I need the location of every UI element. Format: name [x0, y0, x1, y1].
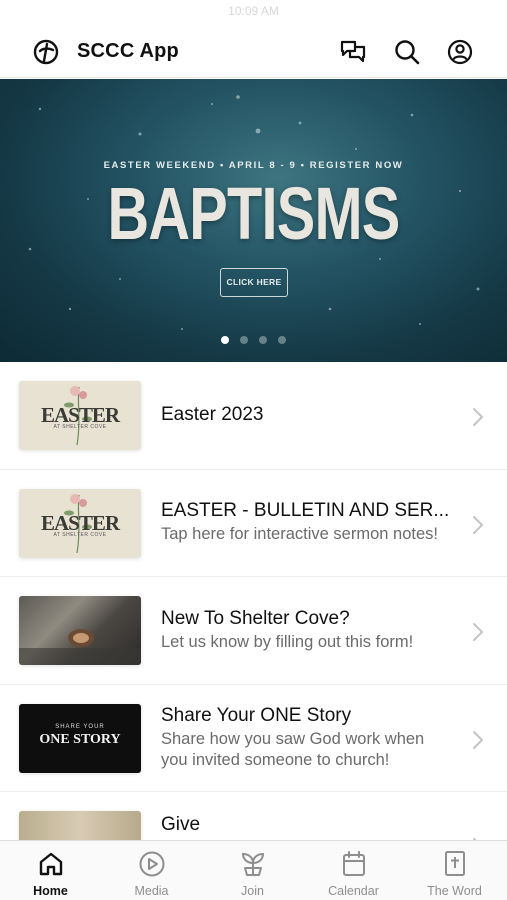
one-story-thumbnail: SHARE YOUR ONE STORY	[19, 703, 141, 773]
carousel-pagination	[0, 336, 507, 344]
hero-subtitle: EASTER WEEKEND • APRIL 8 - 9 • REGISTER …	[103, 160, 404, 171]
tab-calendar[interactable]: Calendar	[303, 841, 404, 900]
tab-the-word[interactable]: The Word	[404, 841, 505, 900]
tab-media[interactable]: Media	[101, 841, 202, 900]
search-button[interactable]	[392, 37, 422, 67]
chevron-right-icon	[473, 623, 483, 641]
thumb-caption: AT SHELTER COVE	[53, 531, 107, 538]
status-time: 10:09 AM	[228, 4, 279, 18]
bottom-tab-bar: Home Media Join Calendar The Word	[0, 840, 507, 900]
tab-label: Media	[134, 884, 169, 898]
carousel-dot-2[interactable]	[240, 336, 248, 344]
list-item-title: New To Shelter Cove?	[161, 607, 350, 629]
list-item-text: EASTER - BULLETIN AND SER... Tap here fo…	[161, 470, 452, 577]
chevron-right-icon	[473, 408, 483, 426]
easter-thumbnail: EASTER AT SHELTER COVE	[19, 488, 141, 558]
bible-icon	[441, 850, 469, 878]
list-item-title: Easter 2023	[161, 404, 264, 426]
carousel-dot-4[interactable]	[278, 336, 286, 344]
list-item-subtitle: Tap here for interactive sermon notes!	[161, 525, 438, 544]
chevron-right-icon	[473, 515, 483, 534]
list-item-easter-2023[interactable]: EASTER AT SHELTER COVE Easter 2023	[0, 362, 507, 470]
coffee-photo-thumbnail	[19, 596, 141, 665]
list-item-title: EASTER - BULLETIN AND SER...	[161, 500, 450, 522]
list-item-text: Easter 2023	[161, 362, 452, 469]
tab-label: The Word	[427, 884, 482, 898]
list-item-title: Share Your ONE Story	[161, 704, 352, 726]
church-logo-icon	[33, 39, 59, 65]
home-icon	[37, 850, 65, 878]
list-item-subtitle: Let us know by filling out this form!	[161, 632, 414, 651]
carousel-dot-1[interactable]	[221, 336, 229, 344]
app-header: SCCC App	[0, 26, 507, 78]
tab-label: Calendar	[328, 884, 379, 898]
sprout-icon	[239, 850, 267, 878]
thumb-title: ONE STORY	[39, 731, 121, 747]
hero-click-here-button[interactable]: CLICK HERE	[220, 268, 288, 297]
tab-home[interactable]: Home	[0, 841, 101, 900]
list-item-new-to-shelter-cove[interactable]: New To Shelter Cove? Let us know by fill…	[0, 577, 507, 685]
hero-title: BAPTISMS	[107, 172, 400, 255]
hero-banner[interactable]: EASTER WEEKEND • APRIL 8 - 9 • REGISTER …	[0, 79, 507, 362]
chat-icon	[340, 40, 366, 63]
list-item-easter-bulletin[interactable]: EASTER AT SHELTER COVE EASTER - BULLETIN…	[0, 469, 507, 577]
profile-button[interactable]	[445, 37, 475, 67]
content-list: EASTER AT SHELTER COVE Easter 2023 EASTE…	[0, 362, 507, 900]
thumb-caption: SHARE YOUR	[55, 723, 105, 730]
calendar-icon	[340, 850, 368, 878]
messages-button[interactable]	[338, 37, 368, 67]
list-item-text: New To Shelter Cove? Let us know by fill…	[161, 577, 452, 684]
status-bar: 10:09 AM	[0, 0, 507, 26]
tab-label: Join	[241, 884, 264, 898]
list-item-title: Give	[161, 814, 201, 835]
easter-thumbnail: EASTER AT SHELTER COVE	[19, 381, 141, 450]
carousel-dot-3[interactable]	[259, 336, 267, 344]
chevron-right-icon	[473, 730, 483, 749]
list-item-subtitle: Share how you saw God work when you invi…	[161, 729, 425, 769]
tab-label: Home	[33, 884, 68, 898]
tab-join[interactable]: Join	[202, 841, 303, 900]
coffee-cup-illustration	[19, 629, 141, 665]
play-icon	[138, 850, 166, 878]
profile-icon	[447, 39, 473, 65]
search-icon	[395, 40, 420, 65]
thumb-caption: AT SHELTER COVE	[53, 424, 107, 430]
list-item-text: Share Your ONE Story Share how you saw G…	[161, 685, 452, 792]
app-title: SCCC App	[77, 40, 179, 62]
list-item-share-one-story[interactable]: SHARE YOUR ONE STORY Share Your ONE Stor…	[0, 684, 507, 792]
